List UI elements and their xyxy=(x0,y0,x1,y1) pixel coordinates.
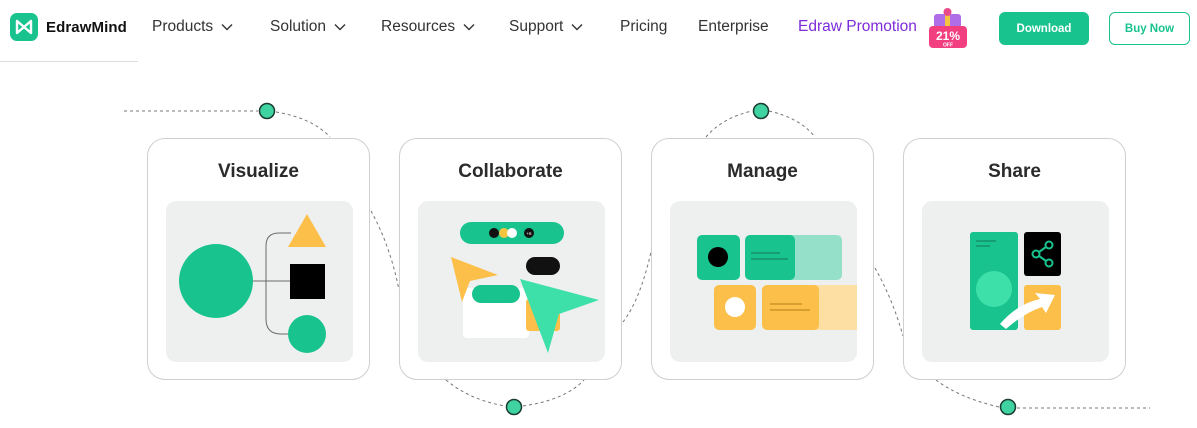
task-dot xyxy=(708,247,728,267)
avatar xyxy=(507,228,517,238)
triangle-shape xyxy=(288,214,326,247)
nav-item-label: Enterprise xyxy=(698,18,769,35)
nav-item-solution[interactable]: Solution xyxy=(270,18,346,36)
edrawmind-logo-icon xyxy=(10,13,38,41)
flow-node-dot xyxy=(752,102,770,120)
feature-card-collaborate[interactable]: Collaborate +6 xyxy=(399,138,622,380)
nav-item-label: Support xyxy=(509,18,564,35)
chevron-down-icon xyxy=(463,24,475,31)
nav-item-support[interactable]: Support xyxy=(509,18,583,36)
square-shape xyxy=(290,264,325,299)
visualize-illustration xyxy=(166,201,353,362)
chevron-down-icon xyxy=(334,24,346,31)
chevron-down-icon xyxy=(221,24,233,31)
central-topic-circle xyxy=(179,244,253,318)
nav-item-pricing[interactable]: Pricing xyxy=(620,18,667,36)
nav-divider xyxy=(0,61,138,62)
gift-discount-icon[interactable]: 21% OFF xyxy=(925,6,971,52)
share-illustration xyxy=(922,201,1109,362)
feature-card-visualize[interactable]: Visualize xyxy=(147,138,370,380)
nav-item-label: Solution xyxy=(270,18,327,35)
feature-card-manage[interactable]: Manage xyxy=(651,138,874,380)
flow-node-dot xyxy=(999,398,1017,416)
feature-card-share[interactable]: Share xyxy=(903,138,1126,380)
collaborate-illustration: +6 xyxy=(418,201,605,362)
nav-item-label: Pricing xyxy=(620,18,668,35)
feature-title: Visualize xyxy=(218,161,299,182)
feature-title: Manage xyxy=(727,161,798,182)
feature-title: Share xyxy=(988,161,1041,182)
nav-item-label: Resources xyxy=(381,18,456,35)
brand-logo[interactable]: EdrawMind xyxy=(10,13,127,41)
manage-illustration xyxy=(670,201,857,362)
brand-name: EdrawMind xyxy=(46,18,127,36)
avatar xyxy=(489,228,499,238)
nav-item-label: Products xyxy=(152,18,214,35)
buy-now-button[interactable]: Buy Now xyxy=(1109,12,1190,45)
download-button[interactable]: Download xyxy=(999,12,1089,45)
nav-item-enterprise[interactable]: Enterprise xyxy=(698,18,769,36)
nav-item-label: Edraw Promotion xyxy=(798,18,917,35)
chevron-down-icon xyxy=(571,24,583,31)
nav-item-products[interactable]: Products xyxy=(152,18,233,36)
flow-node-dot xyxy=(505,398,523,416)
small-circle-shape xyxy=(288,315,326,353)
gift-badge-percent: 21% xyxy=(936,29,960,43)
avatar-count: +6 xyxy=(526,231,532,236)
top-navbar: EdrawMind Products Solution Resources Su… xyxy=(0,0,1197,56)
flow-node-dot xyxy=(258,102,276,120)
nav-item-resources[interactable]: Resources xyxy=(381,18,475,36)
nav-item-promotion[interactable]: Edraw Promotion xyxy=(798,18,917,36)
gift-badge-suffix: OFF xyxy=(943,43,953,49)
task-dot xyxy=(725,297,745,317)
feature-title: Collaborate xyxy=(458,161,563,182)
